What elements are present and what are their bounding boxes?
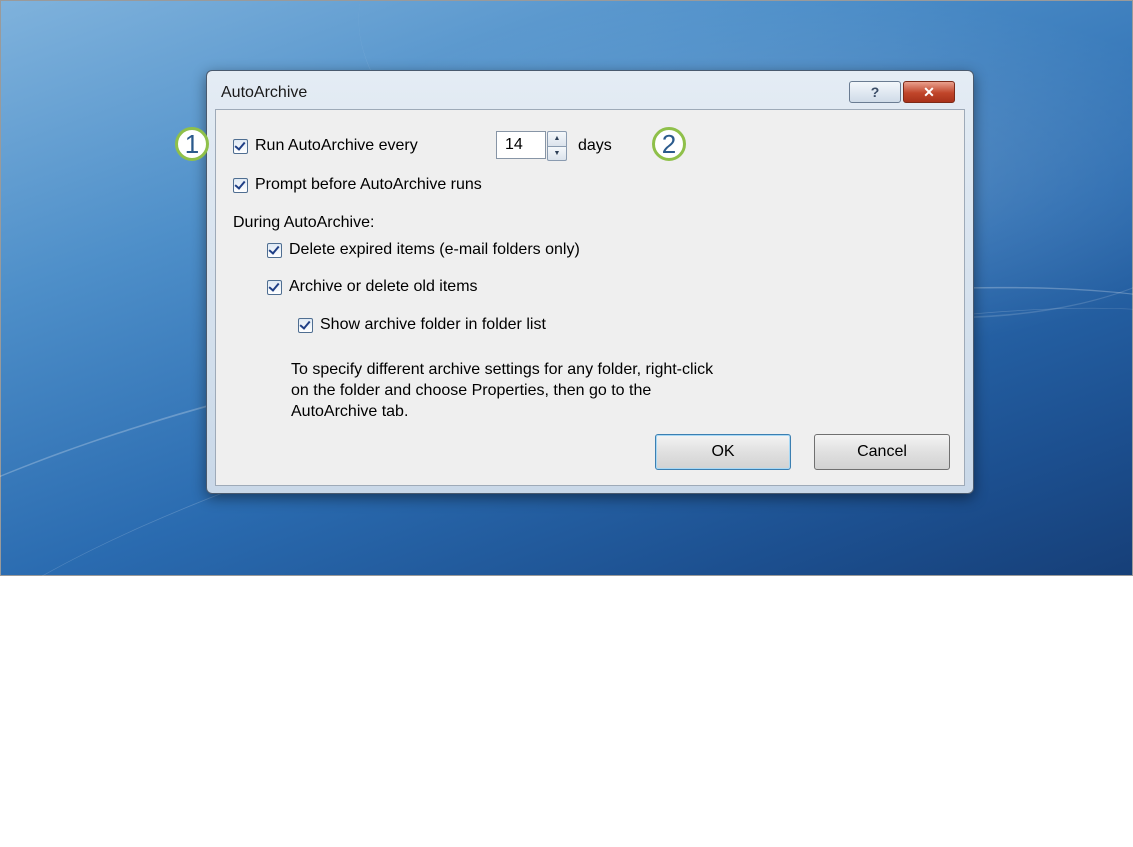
callout-badge-2: 2 bbox=[652, 127, 686, 161]
note-line: AutoArchive tab. bbox=[291, 403, 409, 420]
callout-number: 2 bbox=[661, 128, 677, 159]
close-icon: ✕ bbox=[923, 83, 935, 100]
prompt-checkbox[interactable] bbox=[233, 177, 248, 193]
delete-expired-row: Delete expired items (e-mail folders onl… bbox=[267, 241, 580, 259]
spinner-up-button[interactable]: ▲ bbox=[547, 131, 567, 147]
dialog-titlebar[interactable]: AutoArchive ? ✕ bbox=[207, 71, 973, 109]
run-every-label: Run AutoArchive every bbox=[255, 137, 418, 154]
archive-old-row: Archive or delete old items bbox=[267, 278, 478, 296]
prompt-label: Prompt before AutoArchive runs bbox=[255, 176, 482, 193]
arrow-up-icon: ▲ bbox=[553, 135, 561, 143]
show-folder-row: Show archive folder in folder list bbox=[298, 316, 546, 334]
help-icon: ? bbox=[870, 84, 880, 100]
run-every-checkbox[interactable] bbox=[233, 138, 248, 154]
autoarchive-dialog: AutoArchive ? ✕ Run AutoArchive every 14… bbox=[206, 70, 974, 494]
spinner-buttons: ▲ ▼ bbox=[547, 131, 567, 161]
delete-expired-checkbox[interactable] bbox=[267, 242, 282, 258]
spinner-down-button[interactable]: ▼ bbox=[547, 146, 567, 161]
archive-old-label: Archive or delete old items bbox=[289, 278, 478, 295]
dialog-client-area: Run AutoArchive every 14 ▲ ▼ days Prompt… bbox=[215, 109, 965, 486]
during-label: During AutoArchive: bbox=[233, 214, 375, 231]
delete-expired-label: Delete expired items (e-mail folders onl… bbox=[289, 241, 580, 258]
show-folder-checkbox[interactable] bbox=[298, 317, 313, 333]
callout-badge-1: 1 bbox=[175, 127, 209, 161]
close-button[interactable]: ✕ bbox=[903, 81, 955, 103]
callout-number: 1 bbox=[184, 128, 200, 159]
arrow-down-icon: ▼ bbox=[553, 149, 561, 157]
during-heading-row: During AutoArchive: bbox=[233, 214, 374, 232]
note-line: To specify different archive settings fo… bbox=[291, 361, 714, 378]
days-label-row: days bbox=[578, 137, 612, 155]
cancel-button[interactable]: Cancel bbox=[814, 434, 950, 470]
show-folder-label: Show archive folder in folder list bbox=[320, 316, 546, 333]
days-input[interactable]: 14 bbox=[496, 131, 546, 159]
dialog-title: AutoArchive bbox=[221, 84, 308, 101]
note-line: on the folder and choose Properties, the… bbox=[291, 382, 652, 399]
ok-button[interactable]: OK bbox=[655, 434, 791, 470]
days-label: days bbox=[578, 137, 612, 154]
help-button[interactable]: ? bbox=[849, 81, 901, 103]
archive-old-checkbox[interactable] bbox=[267, 279, 282, 295]
run-every-row: Run AutoArchive every bbox=[233, 137, 418, 155]
archive-settings-note: To specify different archive settings fo… bbox=[291, 359, 871, 422]
days-spinner: 14 ▲ ▼ bbox=[496, 131, 573, 161]
prompt-row: Prompt before AutoArchive runs bbox=[233, 176, 482, 194]
